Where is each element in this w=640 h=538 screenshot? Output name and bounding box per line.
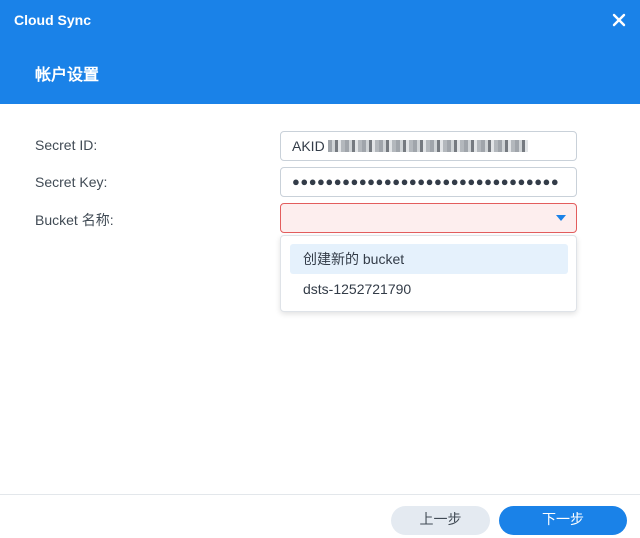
chevron-down-icon — [556, 215, 566, 221]
close-icon — [612, 13, 626, 27]
previous-step-button[interactable]: 上一步 — [391, 506, 490, 535]
secret-id-masked-value — [327, 139, 528, 152]
secret-key-label: Secret Key: — [35, 174, 108, 190]
option-create-new-bucket[interactable]: 创建新的 bucket — [290, 244, 568, 274]
app-title: Cloud Sync — [14, 12, 92, 28]
bucket-name-select[interactable] — [280, 203, 577, 233]
secret-key-value: ●●●●●●●●●●●●●●●●●●●●●●●●●●●●●●●● — [292, 174, 560, 189]
footer-divider — [0, 494, 640, 495]
secret-key-input[interactable]: ●●●●●●●●●●●●●●●●●●●●●●●●●●●●●●●● — [280, 167, 577, 197]
dialog-header: Cloud Sync 帐户设置 — [0, 0, 640, 104]
secret-id-label: Secret ID: — [35, 137, 98, 153]
secret-id-input[interactable]: AKID — [280, 131, 577, 161]
bucket-dropdown-menu: 创建新的 bucket dsts-1252721790 — [280, 235, 577, 312]
next-step-button[interactable]: 下一步 — [499, 506, 627, 535]
close-button[interactable] — [608, 9, 630, 31]
secret-id-value: AKID — [292, 138, 325, 154]
bucket-name-label: Bucket 名称: — [35, 212, 114, 228]
option-existing-bucket[interactable]: dsts-1252721790 — [290, 274, 568, 304]
page-title: 帐户设置 — [35, 65, 100, 84]
